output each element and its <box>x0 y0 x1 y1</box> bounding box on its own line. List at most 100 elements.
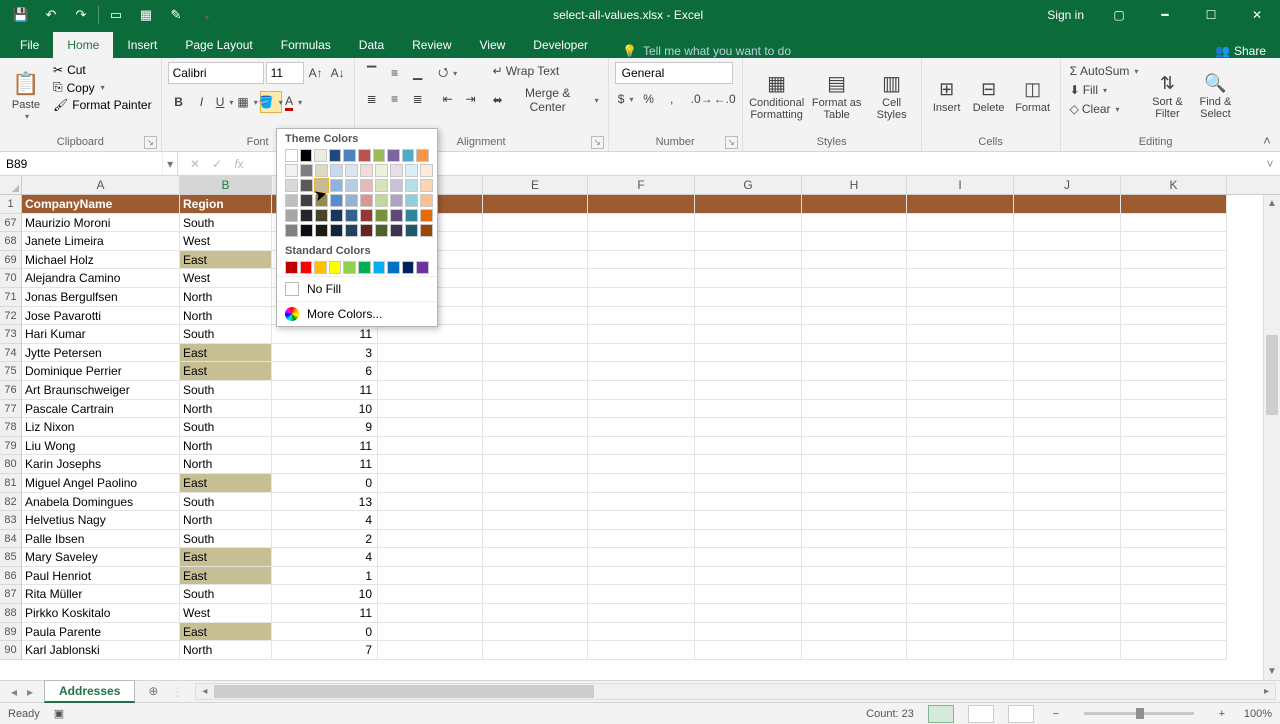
color-swatch[interactable] <box>402 261 415 274</box>
cell[interactable]: South <box>180 418 272 437</box>
cell[interactable]: Michael Holz <box>22 251 180 270</box>
cell[interactable]: 0 <box>272 623 378 642</box>
cell[interactable] <box>1121 418 1227 437</box>
column-header-I[interactable]: I <box>907 176 1014 194</box>
cell[interactable]: North <box>180 455 272 474</box>
cell[interactable] <box>695 511 802 530</box>
color-swatch[interactable] <box>300 261 313 274</box>
cell[interactable] <box>695 307 802 326</box>
cell[interactable]: Janete Limeira <box>22 232 180 251</box>
color-swatch[interactable] <box>285 149 298 162</box>
cell[interactable] <box>802 214 907 233</box>
insert-cells-button[interactable]: ⊞Insert <box>928 62 966 132</box>
align-right-icon[interactable]: ≣ <box>407 88 429 110</box>
cell[interactable] <box>695 362 802 381</box>
tab-developer[interactable]: Developer <box>519 32 602 58</box>
cell[interactable]: 10 <box>272 585 378 604</box>
tab-page-layout[interactable]: Page Layout <box>171 32 266 58</box>
cell[interactable] <box>588 511 695 530</box>
cell[interactable]: Karl Jablonski <box>22 641 180 660</box>
cell[interactable] <box>1014 493 1121 512</box>
cell[interactable] <box>1121 530 1227 549</box>
eraser-icon[interactable]: ✎ <box>161 0 191 30</box>
row-header[interactable]: 67 <box>0 214 22 233</box>
cell[interactable] <box>483 214 588 233</box>
wrap-text-button[interactable]: ↵Wrap Text <box>490 62 602 80</box>
cell[interactable] <box>802 493 907 512</box>
color-swatch[interactable] <box>402 149 415 162</box>
cell[interactable] <box>588 307 695 326</box>
tab-formulas[interactable]: Formulas <box>267 32 345 58</box>
cell[interactable] <box>695 437 802 456</box>
color-swatch[interactable] <box>345 164 358 177</box>
cell[interactable] <box>1121 362 1227 381</box>
cell[interactable]: Dominique Perrier <box>22 362 180 381</box>
row-header[interactable]: 71 <box>0 288 22 307</box>
cell[interactable]: Paul Henriot <box>22 567 180 586</box>
cell[interactable] <box>588 455 695 474</box>
cell[interactable]: Hari Kumar <box>22 325 180 344</box>
cell[interactable] <box>907 362 1014 381</box>
tab-home[interactable]: Home <box>53 32 113 58</box>
column-header-K[interactable]: K <box>1121 176 1227 194</box>
cell[interactable]: 11 <box>272 325 378 344</box>
cell[interactable] <box>802 511 907 530</box>
cell[interactable] <box>378 381 483 400</box>
cell[interactable]: 13 <box>272 493 378 512</box>
cell[interactable]: Region <box>180 195 272 214</box>
cell[interactable] <box>695 381 802 400</box>
cell[interactable] <box>802 232 907 251</box>
row-header[interactable]: 1 <box>0 195 22 214</box>
cell[interactable]: South <box>180 585 272 604</box>
cell[interactable] <box>1121 493 1227 512</box>
cell[interactable] <box>1014 232 1121 251</box>
cell[interactable] <box>802 474 907 493</box>
hscroll-thumb[interactable] <box>214 685 594 698</box>
color-swatch[interactable] <box>375 209 388 222</box>
color-swatch[interactable] <box>285 261 298 274</box>
cell[interactable] <box>588 641 695 660</box>
autosum-button[interactable]: ΣAutoSum▾ <box>1067 62 1142 80</box>
cell[interactable] <box>378 344 483 363</box>
cell[interactable] <box>1014 530 1121 549</box>
cell[interactable] <box>802 307 907 326</box>
cell[interactable] <box>588 232 695 251</box>
color-swatch[interactable] <box>315 194 328 207</box>
cell[interactable] <box>483 604 588 623</box>
color-swatch[interactable] <box>390 179 403 192</box>
spreadsheet-grid[interactable]: ABCDEFGHIJK 1CompanyNameRegion67Maurizio… <box>0 176 1280 680</box>
cell[interactable] <box>378 623 483 642</box>
close-icon[interactable]: ✕ <box>1234 0 1280 30</box>
cell[interactable]: South <box>180 530 272 549</box>
cell[interactable] <box>1121 585 1227 604</box>
cell[interactable] <box>483 455 588 474</box>
cell[interactable] <box>1014 604 1121 623</box>
cell[interactable] <box>378 530 483 549</box>
cell[interactable] <box>907 567 1014 586</box>
cell[interactable]: North <box>180 307 272 326</box>
cell[interactable] <box>1014 195 1121 214</box>
cell[interactable] <box>378 641 483 660</box>
row-header[interactable]: 83 <box>0 511 22 530</box>
cell[interactable] <box>483 567 588 586</box>
column-header-H[interactable]: H <box>802 176 907 194</box>
column-header-J[interactable]: J <box>1014 176 1121 194</box>
cell[interactable] <box>802 623 907 642</box>
cell[interactable] <box>1121 381 1227 400</box>
cell[interactable] <box>378 604 483 623</box>
cell[interactable] <box>483 251 588 270</box>
alignment-launcher-icon[interactable]: ↘ <box>591 136 604 149</box>
cell[interactable] <box>802 195 907 214</box>
cell[interactable] <box>588 567 695 586</box>
color-swatch[interactable] <box>343 261 356 274</box>
color-swatch[interactable] <box>358 149 371 162</box>
cell[interactable] <box>695 195 802 214</box>
cell[interactable] <box>378 511 483 530</box>
color-swatch[interactable] <box>420 194 433 207</box>
qa-customize-icon[interactable]: ▾ <box>191 0 221 30</box>
color-swatch[interactable] <box>285 164 298 177</box>
cell[interactable]: South <box>180 325 272 344</box>
macro-record-icon[interactable]: ▣ <box>54 707 64 720</box>
color-swatch[interactable] <box>330 179 343 192</box>
scroll-thumb[interactable] <box>1266 335 1278 415</box>
